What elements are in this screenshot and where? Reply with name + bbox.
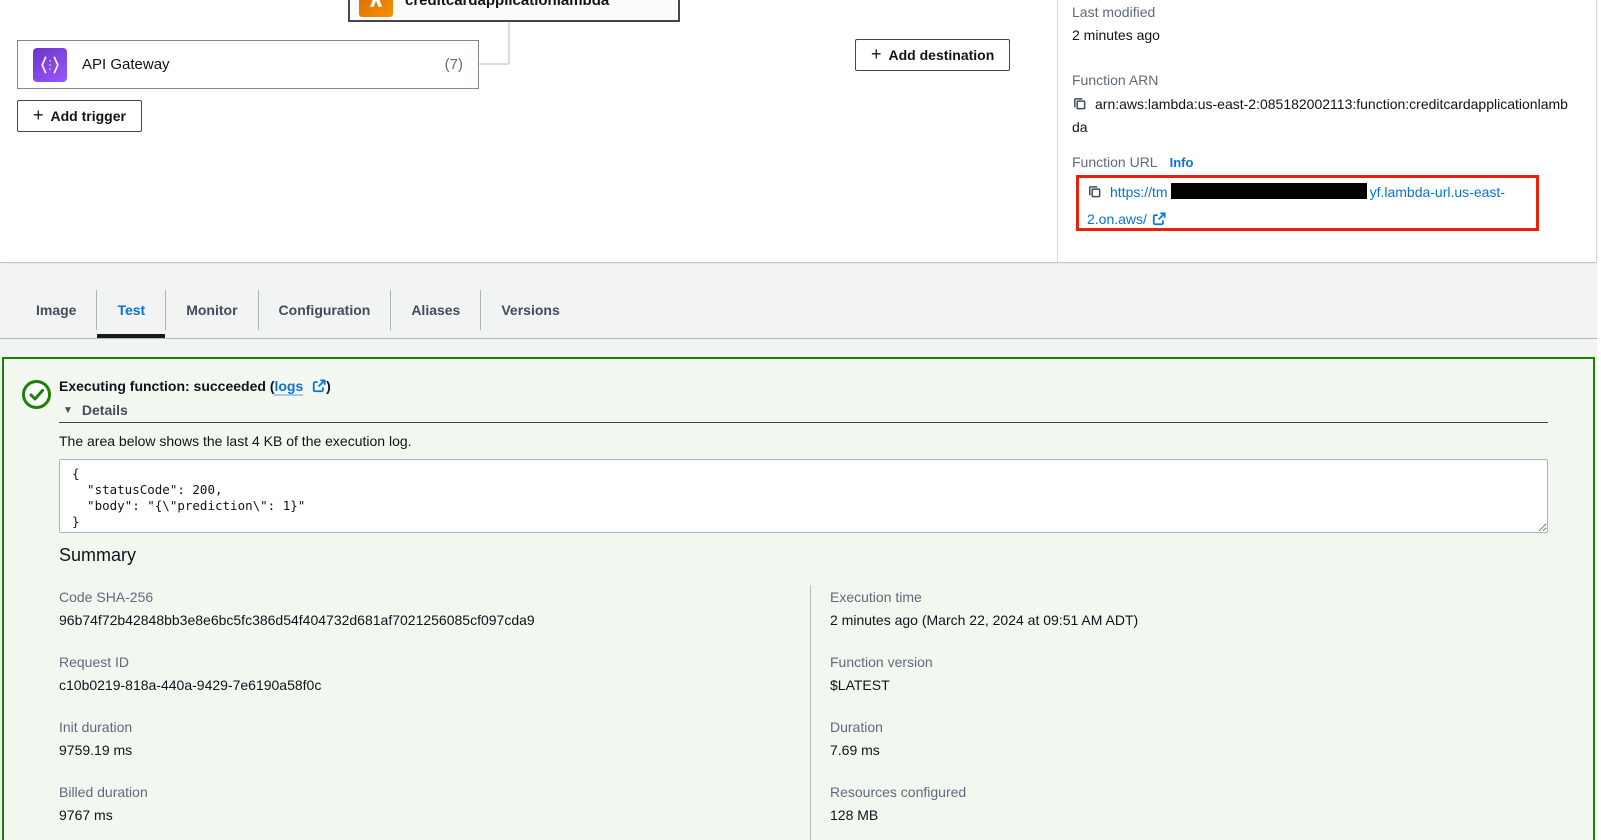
tab-monitor[interactable]: Monitor bbox=[166, 290, 257, 338]
field-value: 2 minutes ago (March 22, 2024 at 09:51 A… bbox=[830, 610, 1530, 630]
log-description: The area below shows the last 4 KB of th… bbox=[59, 431, 412, 451]
function-node[interactable]: λ creditcardapplicationlambda bbox=[348, 0, 680, 22]
field-label: Billed duration bbox=[59, 782, 759, 802]
function-url-link[interactable]: https://tmyf.lambda-url.us-east-2.on.aws… bbox=[1087, 184, 1505, 227]
field-label: Code SHA-256 bbox=[59, 587, 759, 607]
summary-right-column: Execution time 2 minutes ago (March 22, … bbox=[830, 587, 1530, 840]
api-gateway-icon bbox=[33, 48, 67, 82]
external-link-icon[interactable] bbox=[312, 378, 326, 398]
status-text-start: Executing function: succeeded ( bbox=[59, 378, 274, 394]
add-destination-label: Add destination bbox=[889, 47, 995, 63]
function-node-label: creditcardapplicationlambda bbox=[405, 0, 609, 9]
status-text-end: ) bbox=[326, 378, 331, 394]
trigger-node-label: API Gateway bbox=[82, 56, 170, 73]
function-arn-row: arn:aws:lambda:us-east-2:085182002113:fu… bbox=[1072, 94, 1572, 138]
field-value: 96b74f72b42848bb3e8e6bc5fc386d54f404732d… bbox=[59, 610, 759, 630]
field-value: 9767 ms bbox=[59, 805, 759, 825]
field-label: Resources configured bbox=[830, 782, 1530, 802]
add-destination-button[interactable]: + Add destination bbox=[855, 39, 1010, 71]
copy-icon[interactable] bbox=[1087, 182, 1102, 207]
field-label: Init duration bbox=[59, 717, 759, 737]
field-value: c10b0219-818a-440a-9429-7e6190a58f0c bbox=[59, 675, 759, 695]
summary-field-resources-configured: Resources configured 128 MB bbox=[830, 782, 1530, 825]
node-connector-vertical bbox=[508, 22, 510, 64]
field-value: 7.69 ms bbox=[830, 740, 1530, 760]
field-label: Execution time bbox=[830, 587, 1530, 607]
trigger-count-badge: (7) bbox=[445, 56, 463, 73]
field-label: Function version bbox=[830, 652, 1530, 672]
field-value: $LATEST bbox=[830, 675, 1530, 695]
copy-icon[interactable] bbox=[1072, 96, 1087, 117]
last-modified-label: Last modified bbox=[1072, 3, 1155, 22]
node-connector-horizontal bbox=[479, 63, 509, 65]
add-trigger-button[interactable]: + Add trigger bbox=[17, 100, 142, 132]
summary-column-divider bbox=[810, 585, 811, 840]
field-value: 128 MB bbox=[830, 805, 1530, 825]
caret-down-icon: ▼ bbox=[63, 405, 73, 416]
tab-test[interactable]: Test bbox=[97, 290, 165, 338]
info-link[interactable]: Info bbox=[1170, 155, 1194, 170]
tabs-bottom-border bbox=[0, 338, 1597, 339]
summary-field-code-sha: Code SHA-256 96b74f72b42848bb3e8e6bc5fc3… bbox=[59, 587, 759, 630]
summary-heading: Summary bbox=[59, 545, 136, 566]
test-result-panel: Executing function: succeeded (logs ) ▼ … bbox=[2, 357, 1595, 840]
lambda-function-page: λ creditcardapplicationlambda API Gatewa… bbox=[0, 0, 1601, 840]
tab-aliases[interactable]: Aliases bbox=[391, 290, 480, 338]
plus-icon: + bbox=[871, 45, 882, 63]
field-value: 9759.19 ms bbox=[59, 740, 759, 760]
function-arn-value: arn:aws:lambda:us-east-2:085182002113:fu… bbox=[1072, 96, 1568, 135]
details-divider bbox=[59, 422, 1548, 423]
summary-field-billed-duration: Billed duration 9767 ms bbox=[59, 782, 759, 825]
function-url-highlight-box: https://tmyf.lambda-url.us-east-2.on.aws… bbox=[1076, 175, 1539, 231]
function-url-prefix: https://tm bbox=[1110, 184, 1168, 200]
summary-field-request-id: Request ID c10b0219-818a-440a-9429-7e619… bbox=[59, 652, 759, 695]
external-link-icon[interactable] bbox=[1152, 209, 1166, 234]
summary-field-execution-time: Execution time 2 minutes ago (March 22, … bbox=[830, 587, 1530, 630]
tab-configuration[interactable]: Configuration bbox=[259, 290, 391, 338]
summary-field-function-version: Function version $LATEST bbox=[830, 652, 1530, 695]
details-expander[interactable]: ▼ Details bbox=[63, 402, 128, 418]
execution-status-heading: Executing function: succeeded (logs ) bbox=[59, 376, 331, 398]
function-tabs: Image Test Monitor Configuration Aliases… bbox=[16, 290, 580, 338]
plus-icon: + bbox=[33, 106, 44, 124]
summary-left-column: Code SHA-256 96b74f72b42848bb3e8e6bc5fc3… bbox=[59, 587, 759, 840]
overview-panel-divider bbox=[1057, 0, 1058, 262]
details-label: Details bbox=[82, 402, 128, 418]
logs-link[interactable]: logs bbox=[274, 378, 303, 396]
redaction-bar bbox=[1171, 183, 1367, 199]
execution-log-textarea[interactable]: { "statusCode": 200, "body": "{\"predict… bbox=[59, 459, 1548, 533]
field-label: Duration bbox=[830, 717, 1530, 737]
function-overview-card: λ creditcardapplicationlambda API Gatewa… bbox=[0, 0, 1597, 263]
summary-field-init-duration: Init duration 9759.19 ms bbox=[59, 717, 759, 760]
trigger-node-api-gateway[interactable]: API Gateway (7) bbox=[17, 40, 479, 89]
last-modified-value: 2 minutes ago bbox=[1072, 26, 1160, 45]
field-label: Request ID bbox=[59, 652, 759, 672]
add-trigger-label: Add trigger bbox=[51, 108, 126, 124]
tab-image[interactable]: Image bbox=[16, 290, 96, 338]
function-arn-label: Function ARN bbox=[1072, 71, 1158, 90]
summary-field-duration: Duration 7.69 ms bbox=[830, 717, 1530, 760]
lambda-icon: λ bbox=[359, 0, 393, 17]
tab-versions[interactable]: Versions bbox=[481, 290, 579, 338]
function-url-label: Function URL bbox=[1072, 153, 1158, 172]
success-check-icon bbox=[21, 379, 52, 415]
